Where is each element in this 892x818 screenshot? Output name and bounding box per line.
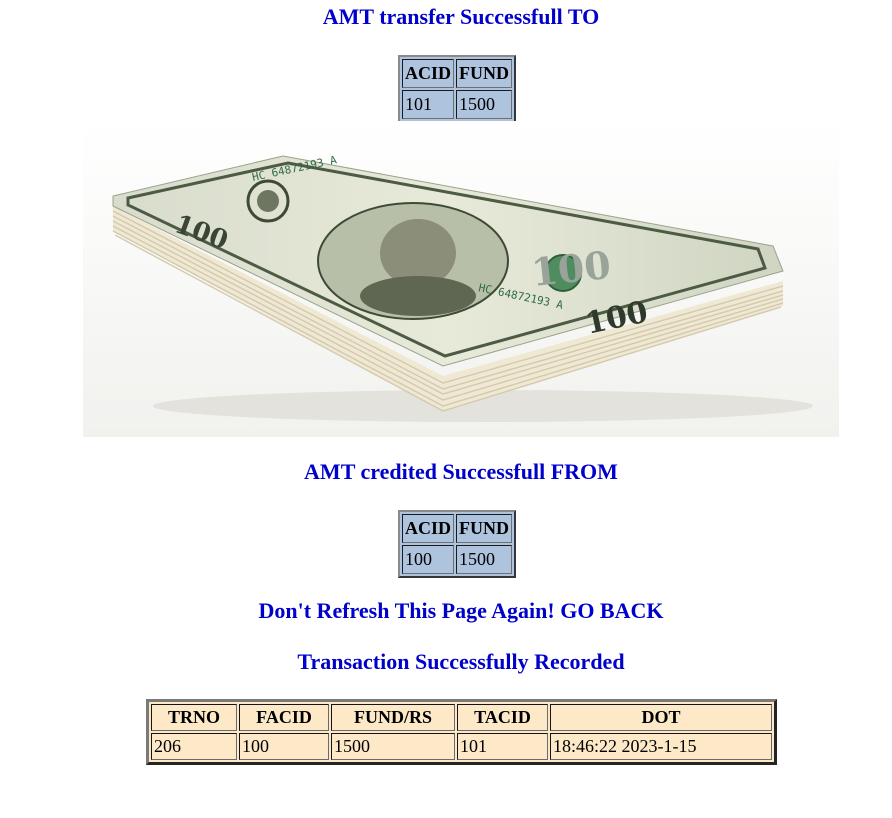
tacid-header: TACID xyxy=(457,704,548,731)
dot-cell: 18:46:22 2023-1-15 xyxy=(550,733,772,760)
acid-header: ACID xyxy=(402,59,455,88)
refresh-warning-heading: Don't Refresh This Page Again! GO BACK xyxy=(258,598,664,623)
acid-cell: 101 xyxy=(402,90,455,119)
table-row: 100 1500 xyxy=(402,545,513,574)
table-row: 101 1500 xyxy=(402,90,513,119)
acid-header: ACID xyxy=(402,514,455,543)
table-header-row: TRNO FACID FUND/RS TACID DOT xyxy=(151,704,772,731)
trno-header: TRNO xyxy=(151,704,237,731)
transfer-to-table: ACID FUND 101 1500 xyxy=(398,55,517,123)
facid-cell: 100 xyxy=(239,733,329,760)
table-row: 206 100 1500 101 18:46:22 2023-1-15 xyxy=(151,733,772,760)
tacid-cell: 101 xyxy=(457,733,548,760)
trno-cell: 206 xyxy=(151,733,237,760)
transaction-recorded-heading: Transaction Successfully Recorded xyxy=(297,649,625,674)
table-header-row: ACID FUND xyxy=(402,514,513,543)
facid-header: FACID xyxy=(239,704,329,731)
credited-from-table: ACID FUND 100 1500 xyxy=(398,510,517,578)
transfer-to-heading: AMT transfer Successfull TO xyxy=(322,4,600,29)
money-stack-image: 100 100 100 HC 64872193 A HC 64872193 A xyxy=(83,121,839,437)
credited-from-heading: AMT credited Successfull FROM xyxy=(304,459,618,484)
fund-cell: 1500 xyxy=(456,545,513,574)
table-header-row: ACID FUND xyxy=(402,59,513,88)
fund-rs-cell: 1500 xyxy=(331,733,455,760)
fund-cell: 1500 xyxy=(456,90,513,119)
bill-denomination: 100 xyxy=(529,242,613,295)
acid-cell: 100 xyxy=(402,545,455,574)
money-stack-icon: 100 100 100 HC 64872193 A HC 64872193 A xyxy=(83,121,839,437)
dot-header: DOT xyxy=(550,704,772,731)
transaction-table: TRNO FACID FUND/RS TACID DOT 206 100 150… xyxy=(146,699,777,765)
fund-header: FUND xyxy=(456,59,513,88)
fund-header: FUND xyxy=(456,514,513,543)
fund-rs-header: FUND/RS xyxy=(331,704,455,731)
